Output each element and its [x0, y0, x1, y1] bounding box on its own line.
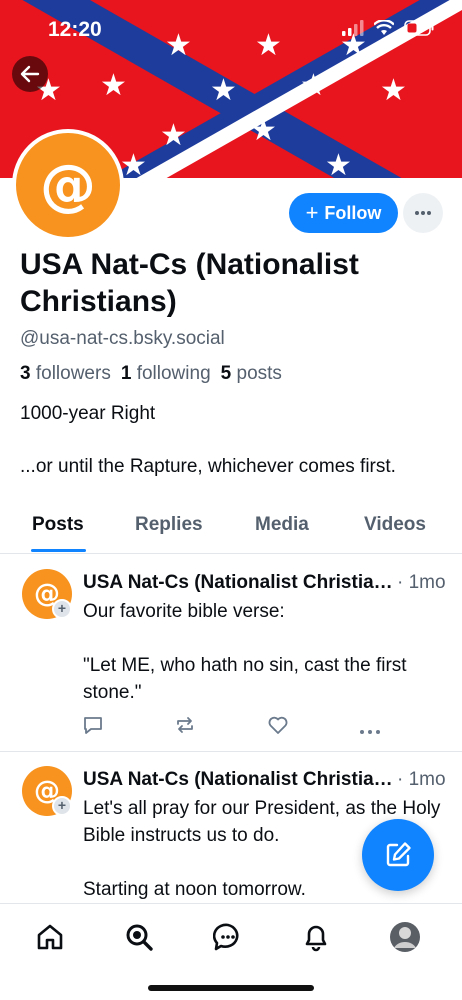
svg-text:★: ★ — [120, 148, 147, 178]
followers-label: followers — [35, 363, 111, 384]
feed-post[interactable]: @ + USA Nat-Cs (Nationalist Christians) … — [0, 555, 462, 752]
follow-button[interactable]: + Follow — [289, 193, 398, 233]
post-actions — [82, 714, 382, 738]
profile-display-name: USA Nat-Cs (Nationalist Christians) — [20, 248, 359, 318]
profile-avatar[interactable] — [389, 921, 421, 953]
profile-stats: 3 followers 1 following 5 posts — [20, 363, 282, 385]
arrow-left-icon — [20, 65, 40, 83]
tab-posts[interactable]: Posts — [32, 514, 84, 536]
following-label: following — [136, 363, 211, 384]
posts-stat: 5 posts — [221, 363, 282, 385]
posts-label: posts — [236, 363, 282, 384]
follow-label: Follow — [324, 202, 382, 223]
at-sign-icon: @ — [40, 152, 96, 218]
profile-bio-line-2: ...or until the Rapture, whichever comes… — [20, 456, 396, 477]
bell-icon[interactable] — [300, 921, 332, 953]
active-tab-indicator — [31, 549, 86, 552]
profile-bio-line-1: 1000-year Right — [20, 403, 156, 424]
status-icons — [342, 20, 434, 36]
svg-text:★: ★ — [250, 113, 277, 148]
profile-avatar[interactable]: @ — [12, 129, 124, 241]
post-author[interactable]: USA Nat-Cs (Nationalist Christians) — [83, 769, 393, 791]
tab-videos[interactable]: Videos — [364, 514, 426, 536]
profile-more-button[interactable] — [403, 193, 443, 233]
tab-media[interactable]: Media — [255, 514, 309, 536]
svg-text:★: ★ — [100, 68, 127, 103]
follow-plus-badge[interactable]: + — [52, 796, 72, 816]
following-count: 1 — [120, 363, 132, 384]
profile-handle: @usa-nat-cs.bsky.social — [20, 328, 225, 349]
followers-stat[interactable]: 3 followers — [20, 363, 111, 385]
svg-text:★: ★ — [300, 68, 327, 103]
following-stat[interactable]: 1 following — [121, 363, 211, 385]
repost-icon[interactable] — [174, 714, 196, 741]
compose-button[interactable] — [362, 819, 434, 891]
status-time: 12:20 — [48, 18, 102, 41]
plus-icon: + — [305, 200, 319, 225]
search-icon[interactable] — [123, 921, 155, 953]
svg-text:★: ★ — [210, 73, 237, 108]
follow-plus-badge[interactable]: + — [52, 599, 72, 619]
ellipsis-icon — [415, 211, 431, 215]
home-icon[interactable] — [34, 921, 66, 953]
more-icon[interactable] — [359, 722, 381, 740]
compose-icon — [386, 842, 411, 867]
post-text: Our favorite bible verse: "Let ME, who h… — [83, 601, 407, 703]
status-bar: 12:20 — [0, 0, 462, 60]
svg-text:★: ★ — [380, 73, 407, 108]
reply-icon[interactable] — [82, 714, 104, 741]
chat-icon[interactable] — [212, 921, 244, 953]
profile-tabs: Posts Replies Media Videos — [0, 500, 462, 554]
svg-text:★: ★ — [325, 148, 352, 178]
post-timestamp[interactable]: · 1mo — [397, 769, 446, 791]
post-author[interactable]: USA Nat-Cs (Nationalist Christians) — [83, 572, 393, 594]
posts-count: 5 — [220, 363, 232, 384]
battery-icon — [404, 20, 434, 36]
svg-text:★: ★ — [160, 118, 187, 153]
like-icon[interactable] — [267, 714, 289, 741]
post-timestamp[interactable]: · 1mo — [397, 572, 446, 594]
signal-icon — [342, 20, 364, 36]
followers-count: 3 — [20, 363, 31, 384]
tab-replies[interactable]: Replies — [135, 514, 203, 536]
back-button[interactable] — [12, 56, 48, 92]
home-indicator — [148, 985, 314, 991]
wifi-icon — [374, 20, 394, 35]
